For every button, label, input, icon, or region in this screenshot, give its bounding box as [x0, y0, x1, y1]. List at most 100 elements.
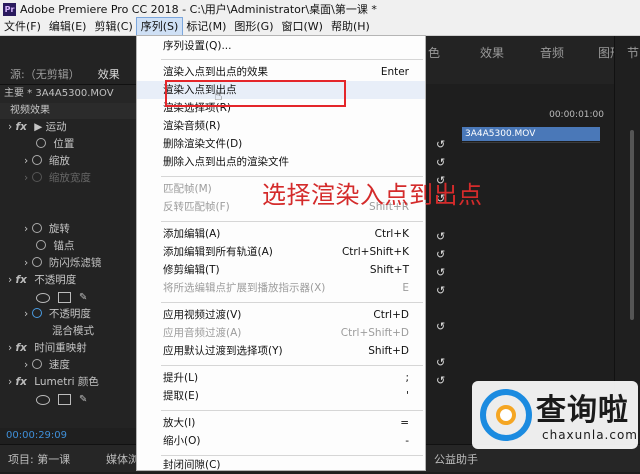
- property-label: 防闪烁滤镜: [48, 257, 102, 269]
- property-row-opacity[interactable]: › 不透明度: [0, 306, 136, 323]
- property-row-rotation[interactable]: › 旋转: [0, 221, 136, 238]
- expand-chevron-icon[interactable]: ›: [8, 121, 12, 133]
- menu-item-trim-edit[interactable]: 修剪编辑(T) Shift+T: [137, 261, 425, 279]
- playhead-timecode[interactable]: 00:00:29:09: [0, 428, 142, 444]
- pen-mask-icon[interactable]: ✎: [79, 394, 89, 405]
- property-row-scale-width: › 缩放宽度: [0, 170, 136, 187]
- menu-graphics[interactable]: 图形(G): [230, 18, 277, 35]
- workspace-tab-audio[interactable]: 音频: [540, 44, 564, 61]
- property-row-scale[interactable]: › 缩放: [0, 153, 136, 170]
- menu-item-sequence-settings[interactable]: 序列设置(Q)...: [137, 37, 425, 55]
- stopwatch-icon[interactable]: [31, 155, 42, 165]
- effect-row-lumetri[interactable]: › fx Lumetri 颜色: [0, 374, 136, 391]
- menu-item-delete-render-files[interactable]: 删除渲染文件(D): [137, 135, 425, 153]
- effect-row-opacity[interactable]: › fx 不透明度: [0, 272, 136, 289]
- window-title: Adobe Premiere Pro CC 2018 - C:\用户\Admin…: [20, 3, 377, 16]
- menu-item-add-edit[interactable]: 添加编辑(A) Ctrl+K: [137, 225, 425, 243]
- ellipse-mask-icon[interactable]: [36, 394, 50, 405]
- property-row-blend-mode[interactable]: 混合模式: [0, 323, 136, 340]
- menu-item-apply-default-transition[interactable]: 应用默认过渡到选择项(Y) Shift+D: [137, 342, 425, 360]
- menu-item-add-edit-all-tracks[interactable]: 添加编辑到所有轨道(A) Ctrl+Shift+K: [137, 243, 425, 261]
- menu-item-apply-video-transition[interactable]: 应用视频过渡(V) Ctrl+D: [137, 306, 425, 324]
- workspace-tab-color[interactable]: 色: [428, 44, 440, 61]
- property-label: 锚点: [53, 240, 75, 252]
- property-label: 速度: [48, 359, 70, 371]
- stopwatch-icon[interactable]: [36, 138, 46, 148]
- reset-icon[interactable]: ↺: [436, 357, 446, 368]
- reset-icon[interactable]: ↺: [436, 285, 446, 296]
- pen-mask-icon[interactable]: ✎: [79, 292, 89, 303]
- menu-item-render-effects-in-out[interactable]: 渲染入点到出点的效果 Enter: [137, 63, 425, 81]
- expand-chevron-icon[interactable]: ›: [8, 342, 12, 354]
- menu-separator: [161, 59, 423, 60]
- menu-item-apply-audio-transition[interactable]: 应用音频过渡(A) Ctrl+Shift+D: [137, 324, 425, 342]
- expand-chevron-icon[interactable]: ›: [24, 308, 28, 320]
- panel-tabs: 源:（无剪辑） 效果: [0, 64, 136, 85]
- property-row-speed[interactable]: › 速度: [0, 357, 136, 374]
- expand-chevron-icon[interactable]: ›: [24, 155, 28, 167]
- menu-clip[interactable]: 剪辑(C): [90, 18, 136, 35]
- menu-marker[interactable]: 标记(M): [182, 18, 230, 35]
- effect-row-motion[interactable]: › fx ▶ 运动: [0, 119, 136, 136]
- stopwatch-icon[interactable]: [31, 359, 42, 369]
- stopwatch-icon[interactable]: [36, 240, 46, 250]
- fx-icon[interactable]: fx: [16, 274, 27, 286]
- scrollbar-thumb[interactable]: [630, 130, 634, 320]
- fx-icon[interactable]: fx: [16, 121, 27, 133]
- tab-source[interactable]: 源:（无剪辑）: [10, 66, 80, 82]
- menu-sequence[interactable]: 序列(S): [135, 17, 184, 36]
- effect-label: 运动: [45, 121, 67, 133]
- property-label: 缩放宽度: [48, 172, 91, 184]
- menu-file[interactable]: 文件(F): [0, 18, 45, 35]
- property-row-position[interactable]: 位置: [0, 136, 136, 153]
- reset-icon[interactable]: ↺: [436, 157, 446, 168]
- stopwatch-icon: [31, 172, 42, 182]
- menu-item-render-audio[interactable]: 渲染音频(R): [137, 117, 425, 135]
- reset-icon[interactable]: ↺: [436, 375, 446, 386]
- stopwatch-icon[interactable]: [31, 223, 42, 233]
- menu-item-extend-edit-to-playhead[interactable]: 将所选编辑点扩展到播放指示器(X) E: [137, 279, 425, 297]
- menu-item-close-gap[interactable]: 封闭间隙(C): [137, 456, 425, 474]
- tab-partial[interactable]: 节: [627, 44, 639, 61]
- expand-chevron-icon[interactable]: ›: [24, 257, 28, 269]
- tab-media-browser[interactable]: 媒体浏: [106, 451, 139, 467]
- menu-item-delete-render-files-in-out[interactable]: 删除入点到出点的渲染文件: [137, 153, 425, 171]
- menu-item-extract[interactable]: 提取(E) ': [137, 387, 425, 405]
- ellipse-mask-icon[interactable]: [36, 292, 50, 303]
- menu-window[interactable]: 窗口(W): [278, 18, 327, 35]
- effect-row-time-remap[interactable]: › fx 时间重映射: [0, 340, 136, 357]
- fx-icon[interactable]: fx: [16, 376, 27, 388]
- clip-selector[interactable]: 主要 * 3A4A5300.MOV: [0, 85, 136, 103]
- menu-item-lift[interactable]: 提升(L);: [137, 369, 425, 387]
- timeline-clip[interactable]: 3A4A5300.MOV: [462, 127, 600, 141]
- reset-icon[interactable]: ↺: [436, 139, 446, 150]
- motion-disclosure-icon[interactable]: ▶: [34, 121, 42, 133]
- workspace-tab-effects[interactable]: 效果: [480, 44, 504, 61]
- fx-icon[interactable]: fx: [16, 342, 27, 354]
- property-row-anti-flicker[interactable]: › 防闪烁滤镜: [0, 255, 136, 272]
- stopwatch-icon[interactable]: [31, 257, 42, 267]
- expand-chevron-icon[interactable]: ›: [24, 223, 28, 235]
- expand-chevron-icon[interactable]: ›: [8, 376, 12, 388]
- menu-item-zoom-out[interactable]: 缩小(O) -: [137, 432, 425, 450]
- reset-icon[interactable]: ↺: [436, 321, 446, 332]
- tab-public-assistant[interactable]: 公益助手: [434, 451, 478, 467]
- tab-effect-controls[interactable]: 效果: [98, 66, 120, 82]
- tab-project[interactable]: 项目: 第一课: [8, 451, 70, 467]
- rectangle-mask-icon[interactable]: [58, 292, 71, 303]
- menu-help[interactable]: 帮助(H): [327, 18, 374, 35]
- property-row-anchor[interactable]: 锚点: [0, 238, 136, 255]
- menu-separator: [161, 302, 423, 303]
- reset-icon[interactable]: ↺: [436, 267, 446, 278]
- rectangle-mask-icon[interactable]: [58, 394, 71, 405]
- premiere-app-icon: Pr: [3, 2, 16, 16]
- reset-icon[interactable]: ↺: [436, 249, 446, 260]
- menu-edit[interactable]: 编辑(E): [45, 18, 91, 35]
- stopwatch-icon[interactable]: [31, 308, 42, 318]
- expand-chevron-icon[interactable]: ›: [8, 274, 12, 286]
- property-label: 混合模式: [52, 325, 94, 337]
- reset-icon[interactable]: ↺: [436, 231, 446, 242]
- menu-item-zoom-in[interactable]: 放大(I) =: [137, 414, 425, 432]
- expand-chevron-icon[interactable]: ›: [24, 359, 28, 371]
- property-label: 旋转: [48, 223, 70, 235]
